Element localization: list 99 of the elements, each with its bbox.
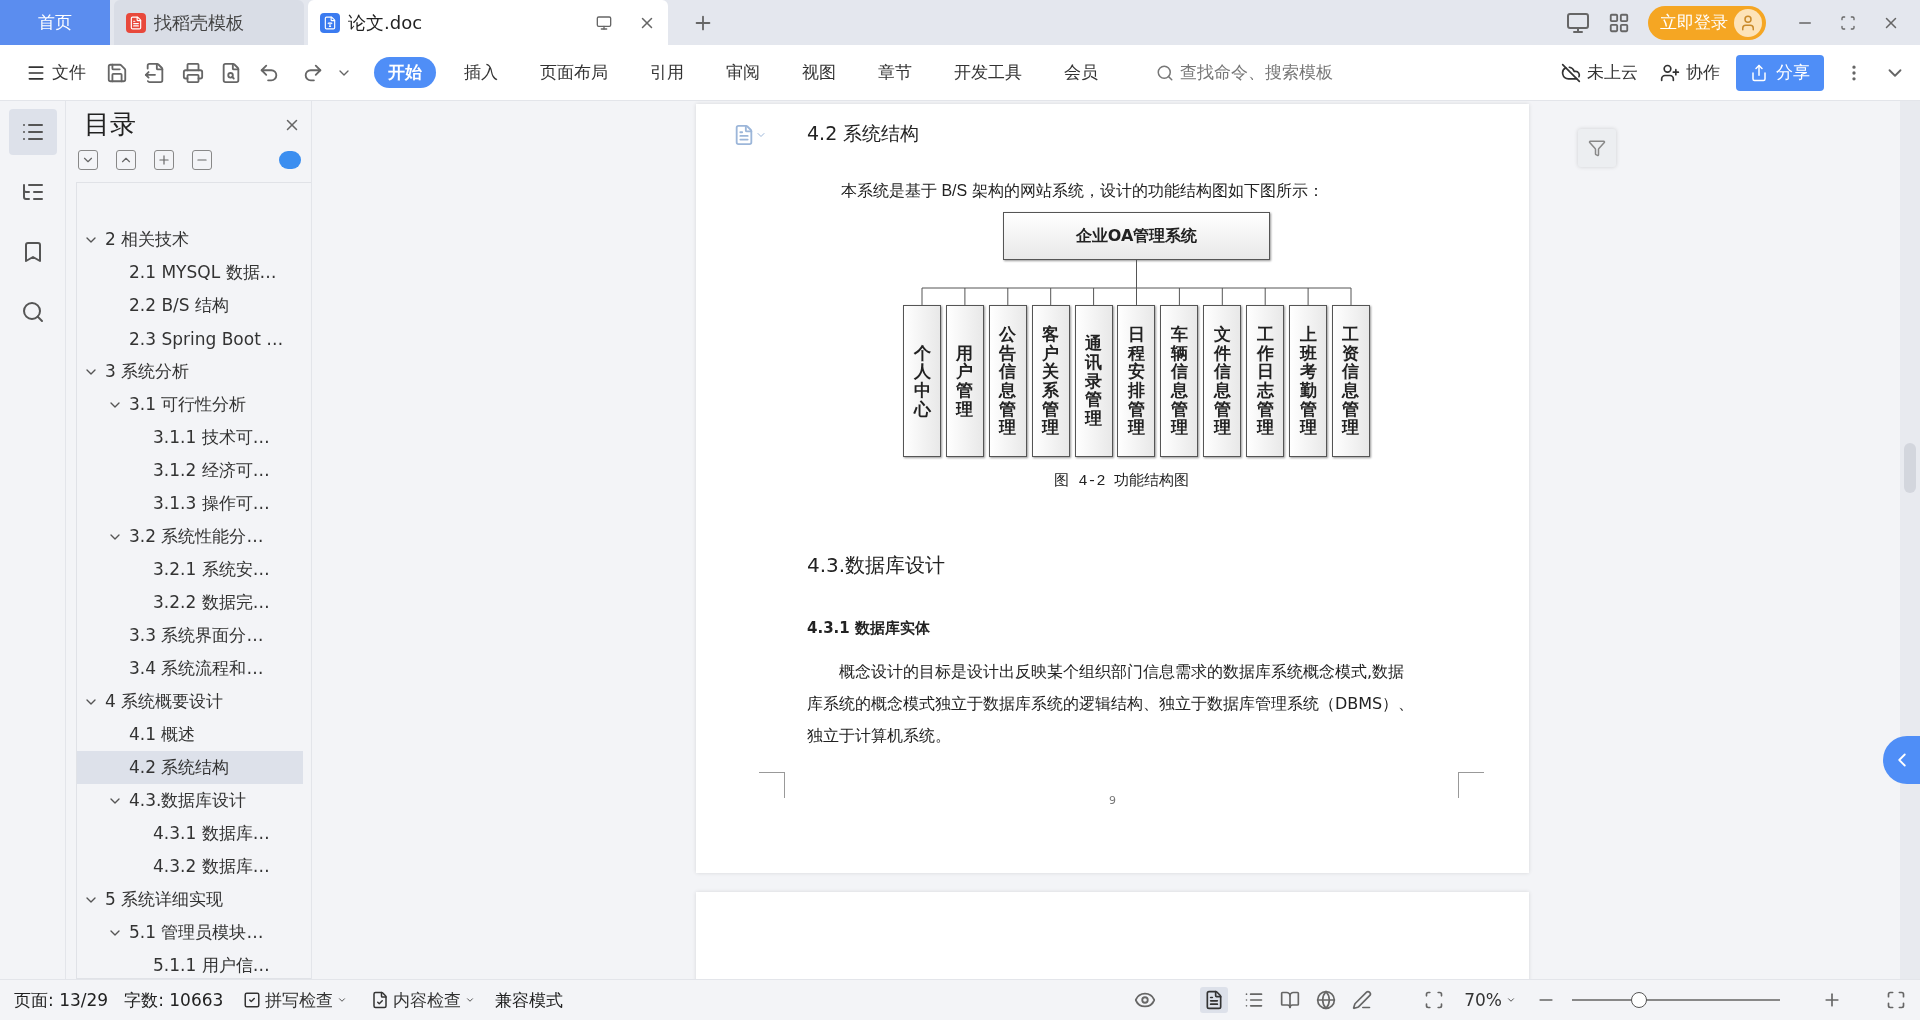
search-icon	[1156, 63, 1174, 82]
page-number: 9	[1108, 794, 1117, 807]
subsection-heading: 4.3.1 数据库实体	[807, 619, 931, 638]
fit-page-icon[interactable]	[1424, 990, 1445, 1010]
collapse-panel-button[interactable]	[1883, 736, 1920, 784]
document-logo-icon	[320, 12, 340, 33]
add-user-icon	[1660, 62, 1680, 83]
section-heading: 4.3.数据库设计	[807, 552, 947, 579]
toc-item[interactable]: 4.3.1 数据库…	[77, 817, 303, 850]
compat-mode-label: 兼容模式	[495, 988, 564, 1012]
toc-item[interactable]: 4.1 概述	[77, 718, 303, 751]
caret-icon	[1506, 995, 1516, 1005]
filter-icon	[1588, 139, 1606, 157]
outline-view-icon[interactable]	[1244, 990, 1265, 1010]
page-view-button[interactable]	[1200, 987, 1229, 1013]
ribbon-tab[interactable]: 会员	[1050, 57, 1112, 88]
toc-item[interactable]: 3.2 系统性能分…	[77, 520, 303, 553]
body-text: 本系统是基于 B/S 架构的网站系统，设计的功能结构图如下图所示：	[840, 181, 1325, 201]
toc-item[interactable]: 3.2.2 数据完…	[77, 586, 303, 619]
save-icon[interactable]	[106, 61, 128, 84]
diagram-node: 工资信息管理	[1331, 305, 1370, 457]
toc-item[interactable]: 2.1 MYSQL 数据…	[77, 256, 303, 289]
toc-item[interactable]: 3.3 系统界面分…	[77, 619, 303, 652]
diagram-node: 上班考勤管理	[1289, 305, 1327, 457]
ribbon-tab[interactable]: 审阅	[712, 57, 774, 88]
toc-item[interactable]: 3.1.2 经济可…	[77, 454, 303, 487]
cloud-button[interactable]: 未上云	[1555, 57, 1644, 88]
fullscreen-icon[interactable]	[1886, 990, 1906, 1010]
filter-button[interactable]	[1578, 129, 1616, 167]
slider-thumb[interactable]	[1630, 992, 1647, 1008]
diagram-node: 日程安排管理	[1117, 305, 1156, 457]
document-check-icon	[371, 991, 390, 1009]
figure-caption: 图 4-2 功能结构图	[1053, 471, 1191, 490]
document-icon	[1204, 990, 1225, 1010]
toc-item[interactable]: 3.4 系统流程和…	[77, 652, 303, 685]
toc-item[interactable]: 3.1 可行性分析	[77, 388, 303, 421]
caret-icon	[337, 995, 348, 1005]
diagram-node: 客户关系管理	[1031, 305, 1070, 457]
web-view-icon[interactable]	[1316, 990, 1337, 1010]
ribbon-tab[interactable]: 视图	[788, 57, 850, 88]
sidebar-title: 目录	[84, 108, 137, 141]
toc-item[interactable]: 3 系统分析	[77, 355, 303, 388]
diagram-node: 企业OA管理系统	[1003, 212, 1270, 260]
toc-item[interactable]: 4 系统概要设计	[77, 685, 303, 718]
ribbon-tab[interactable]: 插入	[450, 57, 512, 88]
toc-item[interactable]: 5.1.1 用户信…	[77, 949, 303, 978]
remove-icon[interactable]	[192, 150, 212, 170]
toc-item[interactable]: 2.3 Spring Boot …	[77, 322, 303, 355]
toc-item[interactable]: 2.2 B/S 结构	[77, 289, 303, 322]
outline-icon[interactable]	[8, 109, 57, 155]
toc-item[interactable]: 4.2 系统结构	[77, 751, 303, 784]
template-logo-icon	[126, 12, 146, 33]
diagram-node: 车辆信息管理	[1160, 305, 1199, 457]
monitor-icon[interactable]	[596, 14, 612, 31]
avatar-icon	[1734, 8, 1762, 37]
toc-item[interactable]: 4.3.数据库设计	[77, 784, 303, 817]
zoom-level[interactable]: 70%	[1460, 987, 1520, 1013]
diagram-node: 通讯录管理	[1074, 305, 1113, 457]
ribbon-tab[interactable]: 引用	[636, 57, 698, 88]
expand-all-icon[interactable]	[116, 150, 136, 170]
toc-item[interactable]: 5 系统详细实现	[77, 883, 303, 916]
toc-item[interactable]: 3.1.1 技术可…	[77, 421, 303, 454]
checkbox-icon	[243, 991, 262, 1009]
toc-item[interactable]: 4.3.2 数据库…	[77, 850, 303, 883]
word-count: 字数: 10663	[124, 988, 224, 1012]
export-icon[interactable]	[144, 61, 166, 84]
spell-check-button[interactable]: 拼写检查	[239, 985, 352, 1015]
cloud-icon	[1561, 62, 1581, 83]
caret-icon	[465, 995, 476, 1005]
collapse-all-icon[interactable]	[78, 150, 98, 170]
collaborate-button[interactable]: 协作	[1654, 57, 1726, 88]
toc-item[interactable]: 5.1 管理员模块…	[77, 916, 303, 949]
body-text: 概念设计的目标是设计出反映某个组织部门信息需求的数据库系统概念模式,数据库系统的概念模式独立于数据库系统的逻辑结构、独立于数据库管理系统（DBMS）、独立于计算机系统。	[807, 661, 1416, 747]
ribbon-tab[interactable]: 开发工具	[940, 57, 1036, 88]
ribbon-tab[interactable]: 章节	[864, 57, 926, 88]
preview-icon[interactable]	[220, 61, 242, 84]
diagram-node: 工作日志管理	[1246, 305, 1285, 457]
toc-item[interactable]: 3.1.3 操作可…	[77, 487, 303, 520]
reading-view-icon[interactable]	[1280, 990, 1301, 1010]
document-tab[interactable]: 论文.doc	[308, 0, 668, 45]
content-check-button[interactable]: 内容检查	[367, 985, 480, 1015]
section-heading: 4.2 系统结构	[807, 121, 921, 146]
pen-icon[interactable]	[1352, 990, 1373, 1010]
print-icon[interactable]	[182, 61, 204, 84]
diagram-node: 公告信息管理	[988, 305, 1027, 457]
add-icon[interactable]	[154, 150, 174, 170]
page-indicator: 页面: 13/29	[14, 988, 109, 1012]
share-icon	[1750, 63, 1768, 82]
crop-mark	[1458, 772, 1484, 798]
ribbon-tab[interactable]: 页面布局	[526, 57, 622, 88]
crop-mark	[759, 772, 785, 798]
diagram-node: 个人中心	[903, 305, 941, 457]
file-menu[interactable]: 文件	[20, 57, 92, 88]
diagram-node: 用户管理	[945, 305, 984, 457]
toc-item[interactable]: 2 相关技术	[77, 223, 303, 256]
document-tab[interactable]: 找稻壳模板	[114, 0, 304, 45]
search-field[interactable]: 查找命令、搜索模板	[1156, 61, 1356, 84]
diagram-node: 文件信息管理	[1203, 305, 1242, 457]
toc-item[interactable]: 3.2.1 系统安…	[77, 553, 303, 586]
